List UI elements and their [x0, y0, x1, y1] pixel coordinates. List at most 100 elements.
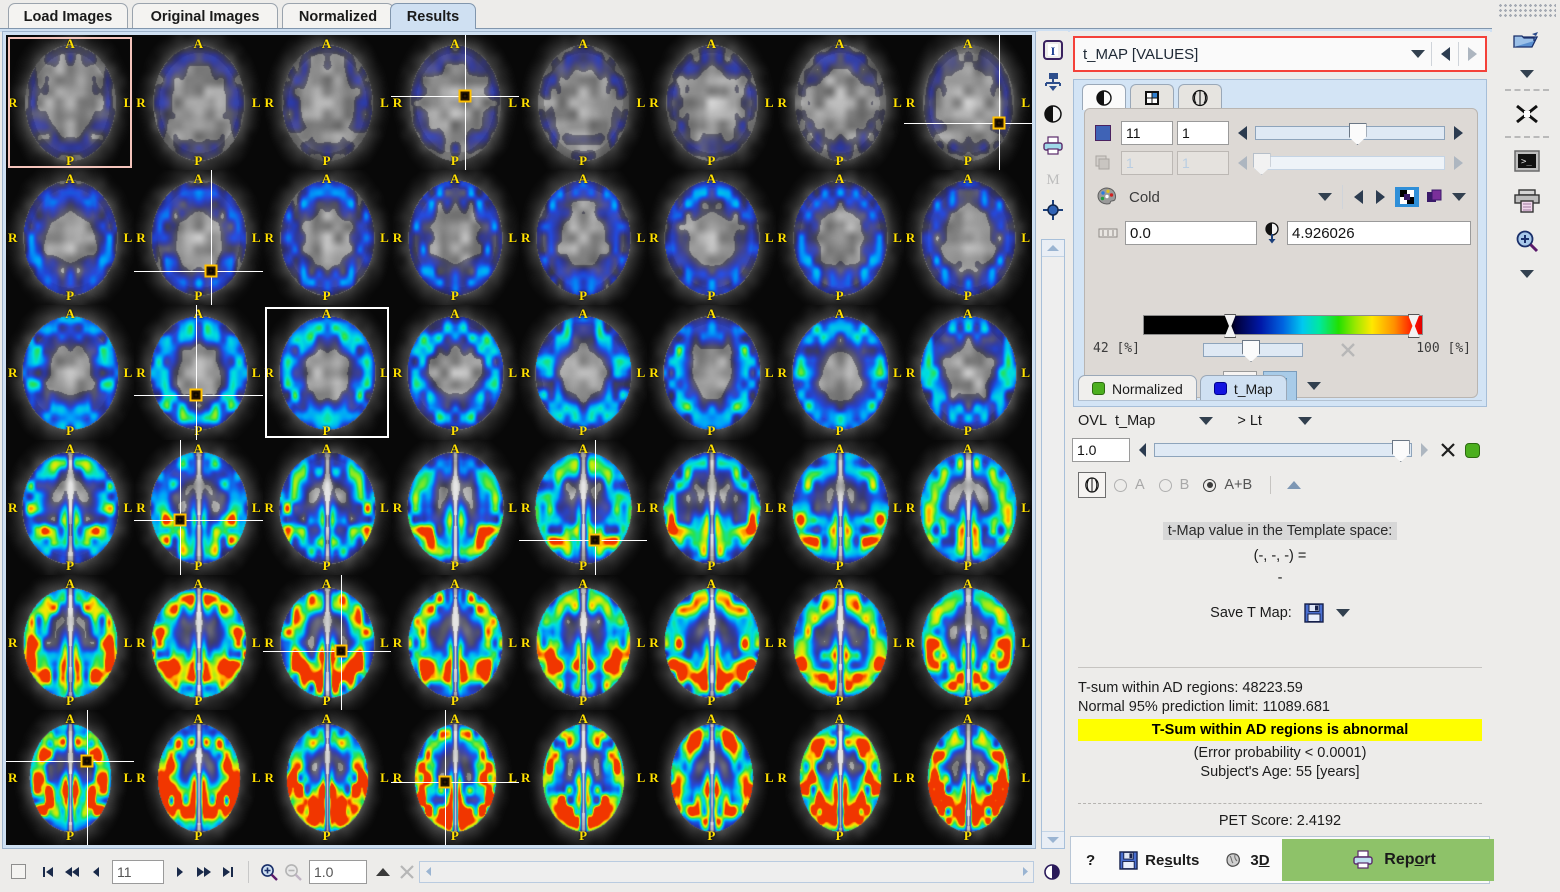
brain-slice[interactable]: APRL: [775, 440, 904, 575]
brain-slice[interactable]: APRL: [6, 575, 135, 710]
brain-slice[interactable]: APRL: [519, 305, 648, 440]
brain-slice[interactable]: APRL: [6, 35, 135, 170]
contrast-icon[interactable]: [1040, 101, 1066, 127]
frame-total-field[interactable]: 1: [1177, 121, 1229, 145]
save-results-button[interactable]: Results: [1107, 840, 1211, 880]
zoom-step-up-button[interactable]: [371, 859, 395, 885]
zoom-in-icon[interactable]: [1507, 224, 1547, 258]
brain-slice[interactable]: APRL: [134, 575, 263, 710]
overlay-tab-tmap[interactable]: t_Map: [1199, 375, 1287, 401]
frame-slider[interactable]: [1255, 123, 1445, 145]
fast-forward-button[interactable]: [192, 859, 216, 885]
scroll-right-button[interactable]: [1017, 862, 1033, 882]
brain-slice[interactable]: APRL: [903, 575, 1032, 710]
overlay-status-marker[interactable]: [1460, 442, 1484, 458]
step-back-button[interactable]: [84, 859, 108, 885]
threshold-slider[interactable]: [1154, 440, 1412, 462]
zoom-out-icon[interactable]: [281, 859, 305, 885]
overlay-tab-normalized[interactable]: Normalized: [1078, 375, 1197, 401]
brain-slice[interactable]: APRL: [519, 710, 648, 845]
brain-slice[interactable]: APRL: [134, 710, 263, 845]
tab-results[interactable]: Results: [390, 3, 476, 29]
map-next-button[interactable]: [1459, 38, 1485, 70]
toolbar-grip[interactable]: [1498, 3, 1556, 19]
map-prev-button[interactable]: [1432, 38, 1458, 70]
brain-slice[interactable]: APRL: [647, 710, 776, 845]
crosshair-icon[interactable]: [1040, 197, 1066, 223]
render-more-button[interactable]: [1303, 382, 1325, 390]
layout-tree-icon[interactable]: [1040, 69, 1066, 95]
brain-slice[interactable]: APRL: [262, 440, 391, 575]
slider-thumb[interactable]: [1242, 340, 1261, 362]
last-frame-button[interactable]: [216, 859, 240, 885]
colortable-dropdown[interactable]: [1312, 193, 1338, 201]
floppy-disk-icon[interactable]: [1304, 603, 1324, 623]
brain-slice[interactable]: APRL: [390, 710, 519, 845]
chevron-down-icon[interactable]: [1335, 609, 1350, 617]
first-frame-button[interactable]: [36, 859, 60, 885]
brain-slice[interactable]: APRL: [647, 440, 776, 575]
viewer-vertical-scrollbar[interactable]: [1041, 239, 1065, 849]
zoom-dropdown[interactable]: [1507, 264, 1547, 284]
ovl-value[interactable]: t_Map: [1115, 413, 1155, 429]
viewer-horizontal-scrollbar[interactable]: [419, 860, 1034, 883]
brain-slice[interactable]: APRL: [903, 35, 1032, 170]
range-min-field[interactable]: 0.0: [1125, 221, 1257, 245]
select-all-checkbox[interactable]: [0, 864, 36, 879]
brain-slice[interactable]: APRL: [519, 575, 648, 710]
brain-slice[interactable]: APRL: [390, 305, 519, 440]
range-max-field[interactable]: 4.926026: [1287, 221, 1471, 245]
fast-rewind-button[interactable]: [60, 859, 84, 885]
printer-icon[interactable]: [1040, 133, 1066, 159]
view-3d-button[interactable]: 3D: [1211, 840, 1281, 880]
chevron-up-icon[interactable]: [1287, 481, 1302, 489]
invert-colors-icon[interactable]: [1395, 187, 1419, 207]
brain-slice[interactable]: APRL: [262, 35, 391, 170]
chevron-down-icon[interactable]: [1297, 417, 1312, 425]
brain-slice[interactable]: APRL: [390, 440, 519, 575]
brain-slice[interactable]: APRL: [775, 575, 904, 710]
brain-slice[interactable]: APRL: [775, 35, 904, 170]
map-select-dropdown[interactable]: [1405, 38, 1431, 70]
brain-slice[interactable]: APRL: [390, 35, 519, 170]
frame-index-field[interactable]: 11: [1121, 121, 1173, 145]
brain-slice[interactable]: APRL: [6, 440, 135, 575]
brain-slice[interactable]: APRL: [519, 35, 648, 170]
brain-slice[interactable]: APRL: [903, 710, 1032, 845]
scroll-up-button[interactable]: [1042, 240, 1064, 257]
colortable-more-button[interactable]: [1447, 193, 1471, 201]
viewer-info-icon[interactable]: [1040, 859, 1064, 885]
info-icon[interactable]: I: [1040, 37, 1066, 63]
threshold-prev-button[interactable]: [1130, 443, 1154, 457]
viewer-close-button[interactable]: [395, 859, 419, 885]
brain-slice[interactable]: APRL: [262, 170, 391, 305]
brain-slice[interactable]: APRL: [134, 305, 263, 440]
frame-next-button[interactable]: [1445, 126, 1471, 140]
threshold-next-button[interactable]: [1412, 443, 1436, 457]
colorbar[interactable]: [1143, 314, 1423, 338]
terminal-icon[interactable]: >_: [1507, 144, 1547, 178]
brain-slice[interactable]: APRL: [647, 575, 776, 710]
range-reset-button[interactable]: [1339, 341, 1357, 359]
tab-load-images[interactable]: Load Images: [8, 3, 128, 29]
chevron-down-icon[interactable]: [1199, 417, 1214, 425]
brain-slice[interactable]: APRL: [390, 170, 519, 305]
brain-slice[interactable]: APRL: [647, 35, 776, 170]
colortable-prev-button[interactable]: [1347, 190, 1369, 204]
open-file-icon[interactable]: [1507, 24, 1547, 58]
brain-slice[interactable]: APRL: [903, 440, 1032, 575]
frame-prev-button[interactable]: [1229, 126, 1255, 140]
threshold-value-field[interactable]: 1.0: [1072, 438, 1130, 462]
brain-slice[interactable]: APRL: [6, 170, 135, 305]
printer-icon[interactable]: [1507, 184, 1547, 218]
scroll-left-button[interactable]: [420, 862, 436, 882]
colorbar-low-handle[interactable]: [1224, 314, 1237, 338]
copy-colors-icon[interactable]: [1423, 189, 1447, 205]
brain-slice[interactable]: APRL: [262, 305, 391, 440]
brain-slice[interactable]: APRL: [903, 305, 1032, 440]
brain-slice[interactable]: APRL: [262, 710, 391, 845]
zoom-in-icon[interactable]: [257, 859, 281, 885]
brain-slice[interactable]: APRL: [134, 440, 263, 575]
brain-slice[interactable]: APRL: [775, 710, 904, 845]
brain-slice[interactable]: APRL: [775, 170, 904, 305]
